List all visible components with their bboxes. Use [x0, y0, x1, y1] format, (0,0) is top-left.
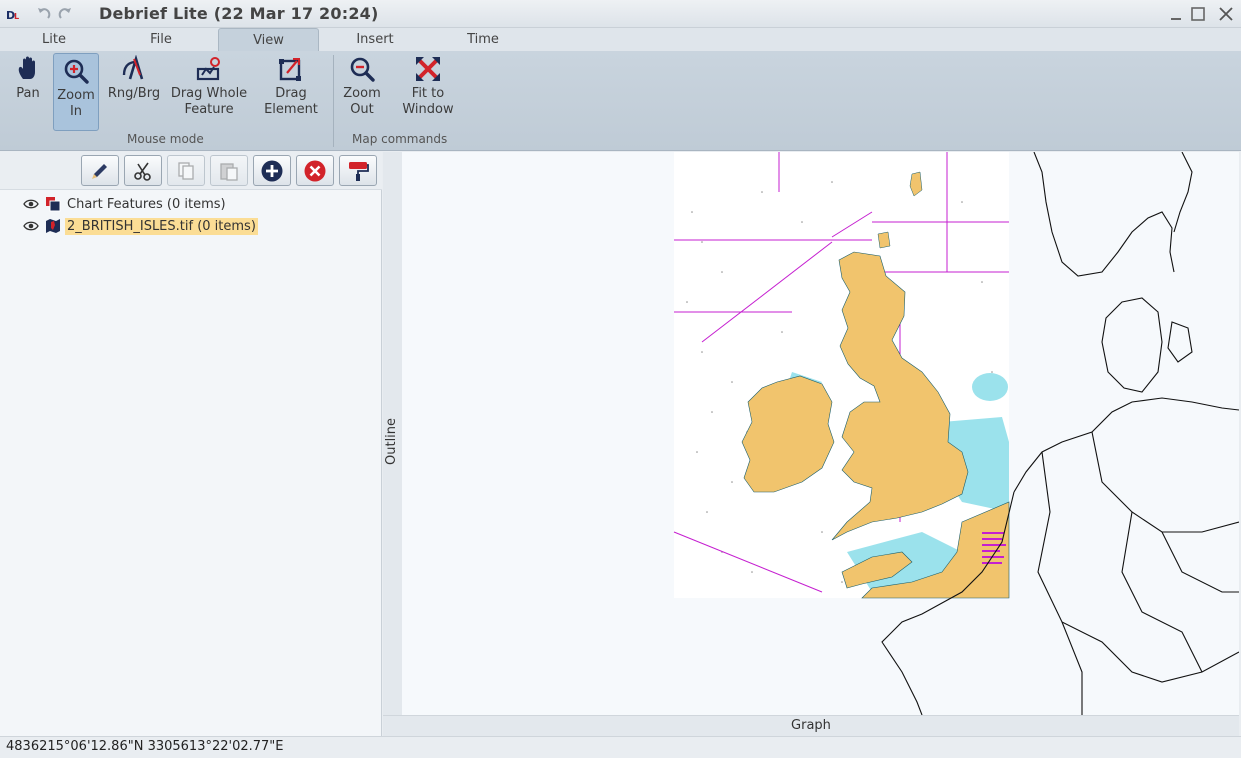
map-commands-group-label: Map commands [352, 132, 448, 146]
fit-to-window-label-1: Fit to [411, 86, 445, 101]
pencil-icon [92, 163, 107, 179]
graph-bar[interactable]: Graph [383, 715, 1239, 736]
eye-icon[interactable] [23, 198, 39, 210]
map-canvas[interactable] [402, 152, 1239, 715]
ribbon-group-separator [333, 55, 334, 147]
close-icon[interactable] [1216, 4, 1236, 24]
tab-file[interactable]: File [124, 28, 198, 51]
map-tile-icon [46, 219, 60, 233]
ribbon-tabs: Lite File View Insert Time [0, 28, 1241, 51]
range-bearing-button[interactable]: Rng/Brg [106, 55, 162, 129]
tab-lite[interactable]: Lite [18, 28, 90, 51]
paste-icon [220, 162, 238, 181]
drag-feature-icon [196, 57, 220, 81]
zoom-in-icon [64, 59, 89, 84]
scissors-icon [134, 162, 151, 181]
fit-window-icon [416, 57, 440, 81]
undo-icon[interactable] [36, 6, 52, 22]
maximize-icon[interactable] [1188, 4, 1208, 24]
outline-label: Outline [384, 417, 399, 465]
zoom-out-label-2: Out [350, 102, 374, 117]
tree-item-chart-features[interactable]: Chart Features (0 items) [23, 194, 228, 214]
map-drawing[interactable] [402, 152, 1239, 715]
pan-button[interactable]: Pan [8, 55, 48, 129]
tab-view[interactable]: View [218, 28, 319, 51]
paint-roller-icon [349, 161, 369, 181]
zoom-in-label-2: In [69, 104, 83, 119]
paint-button[interactable] [339, 155, 377, 186]
fit-to-window-button[interactable]: Fit to Window [400, 55, 456, 129]
drag-whole-feature-button[interactable]: Drag Whole Feature [170, 55, 248, 129]
title-bar: D L Debrief Lite (22 Mar 17 20:24) [0, 0, 1241, 28]
outline-panel: Chart Features (0 items) 2_BRITISH_ISLES… [0, 152, 382, 736]
drag-whole-feature-label-2: Feature [184, 102, 234, 117]
mouse-mode-group-label: Mouse mode [127, 132, 204, 146]
add-button[interactable] [253, 155, 291, 186]
zoom-in-label-1: Zoom [57, 88, 95, 103]
minimize-icon[interactable] [1166, 4, 1186, 24]
copy-icon [178, 161, 194, 180]
drag-element-button[interactable]: Drag Element [262, 55, 320, 129]
window-title: Debrief Lite (22 Mar 17 20:24) [99, 4, 379, 23]
tree-item-label: Chart Features (0 items) [67, 196, 226, 212]
paste-button[interactable] [210, 155, 248, 186]
status-bar: 4836215°06'12.86"N 3305613°22'02.77"E [0, 736, 1241, 758]
tab-time[interactable]: Time [446, 28, 520, 51]
range-bearing-icon [122, 55, 144, 80]
copy-button[interactable] [167, 155, 205, 186]
ribbon: Pan Zoom In Rng/Brg Drag Whole Feature D… [0, 51, 1241, 151]
pan-label: Pan [16, 86, 40, 101]
tab-insert[interactable]: Insert [338, 28, 412, 51]
eye-icon[interactable] [23, 220, 39, 232]
edit-button[interactable] [81, 155, 119, 186]
layers-icon [46, 197, 61, 212]
zoom-out-label-1: Zoom [343, 86, 381, 101]
range-bearing-label: Rng/Brg [107, 86, 161, 101]
delete-icon [304, 160, 326, 181]
cursor-coordinates: 4836215°06'12.86"N 3305613°22'02.77"E [6, 739, 284, 754]
tree-item-label: 2_BRITISH_ISLES.tif (0 items) [65, 217, 258, 235]
outline-toolbar [0, 152, 382, 190]
drag-element-icon [279, 58, 301, 81]
graph-label: Graph [791, 718, 831, 733]
redo-icon[interactable] [57, 6, 73, 22]
debrief-logo-icon: D L [6, 9, 19, 22]
drag-whole-feature-label-1: Drag Whole [170, 86, 248, 101]
svg-text:L: L [14, 12, 19, 21]
zoom-out-icon [350, 57, 375, 82]
cut-button[interactable] [124, 155, 162, 186]
tree-item-british-isles[interactable]: 2_BRITISH_ISLES.tif (0 items) [23, 216, 258, 236]
delete-button[interactable] [296, 155, 334, 186]
drag-element-label-2: Element [264, 102, 318, 117]
zoom-out-button[interactable]: Zoom Out [340, 55, 384, 129]
add-icon [261, 160, 283, 181]
drag-element-label-1: Drag [275, 86, 307, 101]
zoom-in-button[interactable]: Zoom In [53, 53, 99, 131]
hand-icon [18, 56, 35, 79]
fit-to-window-label-2: Window [402, 102, 454, 117]
